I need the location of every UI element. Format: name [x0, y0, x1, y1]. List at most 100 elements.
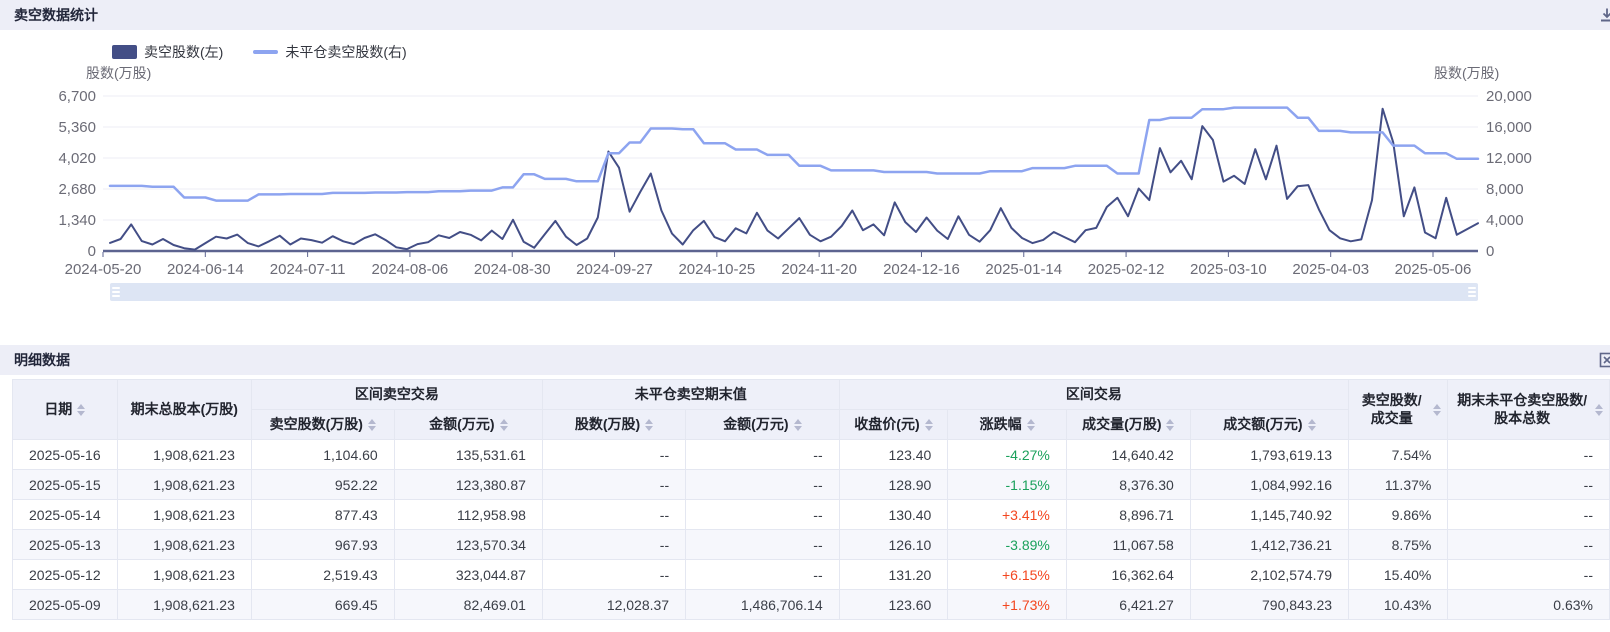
- volume-cell: 16,362.64: [1066, 560, 1190, 590]
- short-amount-cell: 135,531.61: [394, 440, 542, 470]
- col-header-open-short-to-capital[interactable]: 期末未平仓卖空股数/股本总数: [1448, 380, 1610, 440]
- sort-arrows-icon[interactable]: [1595, 404, 1603, 416]
- open-short-to-capital-cell: --: [1448, 470, 1610, 500]
- col-header-label: 股数(万股): [575, 416, 640, 434]
- open-short-to-capital-cell: --: [1448, 500, 1610, 530]
- volume-cell: 6,421.27: [1066, 590, 1190, 620]
- table-body: 2025-05-161,908,621.231,104.60135,531.61…: [13, 440, 1610, 620]
- col-header-open-short-shares[interactable]: 股数(万股): [542, 410, 685, 440]
- col-header-volume[interactable]: 成交量(万股): [1066, 410, 1190, 440]
- datazoom-handle-left[interactable]: [109, 282, 123, 302]
- total-share-capital-cell: 1,908,621.23: [117, 530, 251, 560]
- datazoom-slider[interactable]: [110, 283, 1478, 301]
- short-to-volume-cell: 7.54%: [1349, 440, 1448, 470]
- date-cell: 2025-05-15: [13, 470, 118, 500]
- sort-arrows-icon[interactable]: [1308, 419, 1316, 431]
- col-header-label: 收盘价(元): [854, 416, 919, 434]
- chart-section-header: 卖空数据统计: [0, 0, 1610, 30]
- x-axis-tick-label: 2024-06-14: [167, 261, 244, 276]
- col-header-label: 区间卖空交易: [355, 386, 439, 404]
- sort-arrows-icon[interactable]: [1027, 419, 1035, 431]
- open-short-amount-cell: --: [686, 470, 840, 500]
- sort-arrows-icon[interactable]: [1166, 419, 1174, 431]
- table-head: 日期期末总股本(万股)区间卖空交易未平仓卖空期末值区间交易卖空股数/成交量期末未…: [13, 380, 1610, 440]
- open-short-to-capital-cell: --: [1448, 440, 1610, 470]
- x-axis-tick-label: 2025-05-06: [1395, 261, 1472, 276]
- sort-arrows-icon[interactable]: [77, 404, 85, 416]
- col-header-short-shares[interactable]: 卖空股数(万股): [251, 410, 394, 440]
- right-axis-tick-label: 20,000: [1486, 88, 1532, 105]
- open-short-shares-cell: --: [542, 500, 685, 530]
- volume-cell: 14,640.42: [1066, 440, 1190, 470]
- date-cell: 2025-05-09: [13, 590, 118, 620]
- col-header-label: 卖空股数/成交量: [1355, 392, 1428, 427]
- short-amount-cell: 123,570.34: [394, 530, 542, 560]
- header-row-groups: 日期期末总股本(万股)区间卖空交易未平仓卖空期末值区间交易卖空股数/成交量期末未…: [13, 380, 1610, 410]
- total-share-capital-cell: 1,908,621.23: [117, 590, 251, 620]
- left-axis-tick-label: 4,020: [58, 150, 96, 167]
- col-header-open-short-amount[interactable]: 金额(万元): [686, 410, 840, 440]
- turnover-cell: 1,412,736.21: [1190, 530, 1348, 560]
- table-row: 2025-05-161,908,621.231,104.60135,531.61…: [13, 440, 1610, 470]
- sort-arrows-icon[interactable]: [925, 419, 933, 431]
- open-short-amount-cell: --: [686, 500, 840, 530]
- short-shares-line: [110, 109, 1478, 250]
- short-to-volume-cell: 10.43%: [1349, 590, 1448, 620]
- x-axis-tick-label: 2024-05-20: [65, 261, 142, 276]
- volume-cell: 8,896.71: [1066, 500, 1190, 530]
- sort-arrows-icon[interactable]: [794, 419, 802, 431]
- datazoom-handle-right[interactable]: [1465, 282, 1479, 302]
- change-pct-cell: -1.15%: [948, 470, 1067, 500]
- short-to-volume-cell: 11.37%: [1349, 470, 1448, 500]
- col-header-total-share-capital: 期末总股本(万股): [117, 380, 251, 440]
- detail-table: 日期期末总股本(万股)区间卖空交易未平仓卖空期末值区间交易卖空股数/成交量期末未…: [12, 379, 1610, 620]
- chart-panel: 卖空数据统计 卖空股数(左)未平仓卖空股数(右) 股数(万股)股数(万股)01,…: [0, 0, 1610, 335]
- sort-arrows-icon[interactable]: [1433, 404, 1441, 416]
- open-short-amount-cell: --: [686, 560, 840, 590]
- short-amount-cell: 323,044.87: [394, 560, 542, 590]
- col-header-label: 日期: [44, 401, 72, 419]
- col-header-change-pct[interactable]: 涨跌幅: [948, 410, 1067, 440]
- close-price-cell: 123.40: [839, 440, 948, 470]
- table-row: 2025-05-091,908,621.23669.4582,469.0112,…: [13, 590, 1610, 620]
- x-axis-tick-label: 2025-04-03: [1292, 261, 1369, 276]
- turnover-cell: 1,793,619.13: [1190, 440, 1348, 470]
- left-axis-tick-label: 6,700: [58, 88, 96, 105]
- col-header-turnover[interactable]: 成交额(万元): [1190, 410, 1348, 440]
- open-short-shares-cell: 12,028.37: [542, 590, 685, 620]
- change-pct-cell: -3.89%: [948, 530, 1067, 560]
- open-short-shares-line: [110, 108, 1478, 201]
- open-short-shares-cell: --: [542, 530, 685, 560]
- col-header-label: 涨跌幅: [980, 416, 1022, 434]
- col-header-group-open-short-eop: 未平仓卖空期末值: [542, 380, 839, 410]
- col-header-short-amount[interactable]: 金额(万元): [394, 410, 542, 440]
- short-shares-cell: 877.43: [251, 500, 394, 530]
- left-axis-tick-label: 1,340: [58, 212, 96, 229]
- date-cell: 2025-05-16: [13, 440, 118, 470]
- sort-arrows-icon[interactable]: [500, 419, 508, 431]
- open-short-to-capital-cell: --: [1448, 530, 1610, 560]
- open-short-to-capital-cell: --: [1448, 560, 1610, 590]
- col-header-close-price[interactable]: 收盘价(元): [839, 410, 948, 440]
- sort-arrows-icon[interactable]: [368, 419, 376, 431]
- export-x-icon[interactable]: [1598, 351, 1610, 369]
- table-row: 2025-05-121,908,621.232,519.43323,044.87…: [13, 560, 1610, 590]
- date-cell: 2025-05-12: [13, 560, 118, 590]
- sort-arrows-icon[interactable]: [645, 419, 653, 431]
- x-axis-tick-label: 2024-08-06: [372, 261, 449, 276]
- close-price-cell: 123.60: [839, 590, 948, 620]
- col-header-label: 期末总股本(万股): [131, 401, 238, 419]
- short-selling-chart: 股数(万股)股数(万股)01,3402,6804,0205,3606,70004…: [0, 58, 1610, 276]
- right-axis-tick-label: 0: [1486, 243, 1494, 260]
- x-axis-tick-label: 2025-03-10: [1190, 261, 1267, 276]
- col-header-date[interactable]: 日期: [13, 380, 118, 440]
- short-amount-cell: 112,958.98: [394, 500, 542, 530]
- right-axis-tick-label: 12,000: [1486, 150, 1532, 167]
- download-icon[interactable]: [1598, 6, 1610, 24]
- short-amount-cell: 123,380.87: [394, 470, 542, 500]
- col-header-group-interval-short-trade: 区间卖空交易: [251, 380, 542, 410]
- x-axis-tick-label: 2024-12-16: [883, 261, 960, 276]
- short-shares-cell: 2,519.43: [251, 560, 394, 590]
- x-axis-tick-label: 2024-10-25: [678, 261, 755, 276]
- col-header-short-to-volume[interactable]: 卖空股数/成交量: [1349, 380, 1448, 440]
